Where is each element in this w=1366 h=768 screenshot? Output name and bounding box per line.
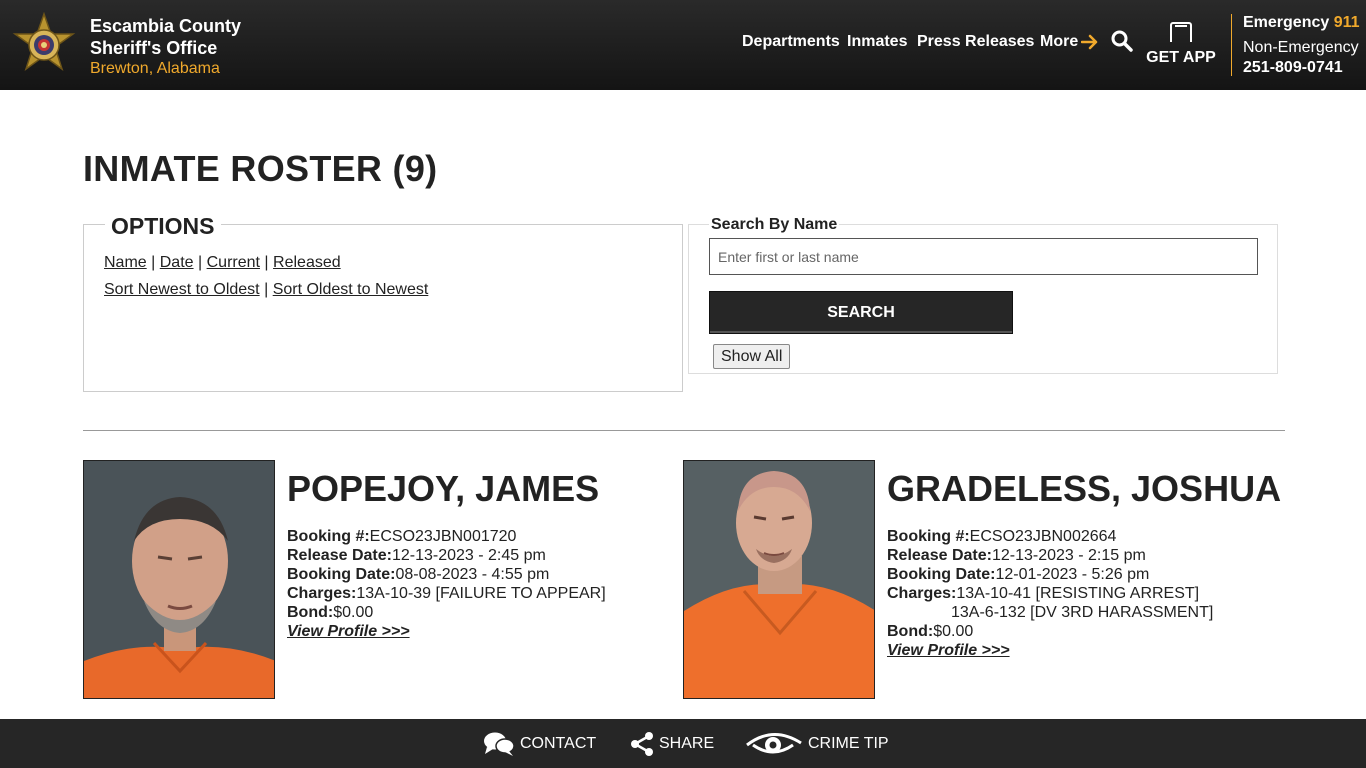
non-emergency-number[interactable]: 251-809-0741 <box>1243 58 1360 78</box>
contact-label: CONTACT <box>520 735 597 752</box>
release-date-value: 12-13-2023 - 2:15 pm <box>991 547 1146 564</box>
inmate-name: POPEJOY, JAMES <box>287 468 600 509</box>
inmate-card: GRADELESS, JOSHUA Booking #:ECSO23JBN002… <box>683 460 1283 700</box>
sort-oldest-link[interactable]: Sort Oldest to Newest <box>273 281 429 298</box>
booking-date-value: 08-08-2023 - 4:55 pm <box>395 566 550 583</box>
phone-icon <box>1170 22 1192 48</box>
crime-tip-label: CRIME TIP <box>808 735 889 752</box>
inmate-details: Booking #:ECSO23JBN002664 Release Date:1… <box>887 527 1213 660</box>
filter-links: Name | Date | Current | Released <box>104 254 341 272</box>
separator: | <box>151 254 156 271</box>
nav-press-releases[interactable]: Press Releases <box>917 30 1034 54</box>
booking-number-label: Booking #: <box>887 528 970 545</box>
charge-value: 13A-10-39 [FAILURE TO APPEAR] <box>356 585 606 602</box>
search-label: Search By Name <box>709 216 840 234</box>
filter-date-link[interactable]: Date <box>160 254 194 271</box>
nav-inmates-link[interactable]: Inmates <box>847 33 907 51</box>
options-panel: OPTIONS Name | Date | Current | Released… <box>83 213 683 392</box>
charges-row: Charges:13A-10-39 [FAILURE TO APPEAR] <box>287 584 606 603</box>
header-divider <box>1231 14 1232 76</box>
booking-date-value: 12-01-2023 - 5:26 pm <box>995 566 1150 583</box>
emergency-label: Emergency <box>1243 14 1330 31</box>
release-date-label: Release Date: <box>887 547 992 564</box>
site-header: Escambia County Sheriff's Office Brewton… <box>0 0 1366 90</box>
nav-more[interactable]: More <box>1040 30 1099 54</box>
release-date-value: 12-13-2023 - 2:45 pm <box>391 547 546 564</box>
page-title: INMATE ROSTER (9) <box>83 148 438 189</box>
chat-bubbles-icon <box>484 732 515 756</box>
emergency-number[interactable]: 911 <box>1334 14 1360 31</box>
nav-inmates[interactable]: Inmates <box>847 30 907 54</box>
release-date-label: Release Date: <box>287 547 392 564</box>
bond-value: $0.00 <box>333 604 374 621</box>
agency-name-line2: Sheriff's Office <box>90 38 218 58</box>
filter-released-link[interactable]: Released <box>273 254 341 271</box>
contact-button[interactable]: CONTACT <box>483 731 596 757</box>
inmate-card: POPEJOY, JAMES Booking #:ECSO23JBN001720… <box>83 460 683 700</box>
charge-value: 13A-10-41 [RESISTING ARREST] <box>956 585 1200 602</box>
agency-location: Brewton, Alabama <box>90 60 220 77</box>
show-all-button[interactable]: Show All <box>713 344 791 369</box>
search-panel: Search By Name SEARCH Show All <box>688 216 1278 374</box>
section-divider <box>83 430 1285 431</box>
bond-label: Bond: <box>887 623 934 640</box>
bond-label: Bond: <box>287 604 334 621</box>
view-profile-link[interactable]: View Profile >>> <box>287 623 410 640</box>
nav-departments-link[interactable]: Departments <box>742 33 840 51</box>
eye-icon <box>746 733 802 754</box>
agency-name-line1: Escambia County <box>90 16 242 36</box>
inmate-name: GRADELESS, JOSHUA <box>887 468 1282 509</box>
filter-current-link[interactable]: Current <box>207 254 260 271</box>
non-emergency-label: Non-Emergency <box>1243 39 1359 56</box>
view-profile-link[interactable]: View Profile >>> <box>887 642 1010 659</box>
charge-value-continued: 13A-6-132 [DV 3RD HARASSMENT] <box>951 604 1214 621</box>
crime-tip-button[interactable]: CRIME TIP <box>745 731 889 757</box>
search-icon[interactable] <box>1110 29 1134 53</box>
arrow-right-icon <box>1081 34 1098 50</box>
charges-row: Charges:13A-10-41 [RESISTING ARREST] <box>887 584 1213 603</box>
separator: | <box>198 254 203 271</box>
bond-value: $0.00 <box>933 623 974 640</box>
release-date-row: Release Date:12-13-2023 - 2:45 pm <box>287 546 606 565</box>
release-date-row: Release Date:12-13-2023 - 2:15 pm <box>887 546 1213 565</box>
booking-date-row: Booking Date:08-08-2023 - 4:55 pm <box>287 565 606 584</box>
charges-label: Charges: <box>887 585 957 602</box>
booking-number-value: ECSO23JBN002664 <box>969 528 1117 545</box>
get-app-label: GET APP <box>1146 49 1216 66</box>
filter-name-link[interactable]: Name <box>104 254 147 271</box>
share-icon <box>631 732 653 756</box>
booking-date-label: Booking Date: <box>887 566 996 583</box>
share-button[interactable]: SHARE <box>630 731 714 757</box>
booking-number-row: Booking #:ECSO23JBN002664 <box>887 527 1213 546</box>
nav-departments[interactable]: Departments <box>742 30 840 54</box>
bond-row: Bond:$0.00 <box>287 603 606 622</box>
bond-row: Bond:$0.00 <box>887 622 1213 641</box>
booking-date-row: Booking Date:12-01-2023 - 5:26 pm <box>887 565 1213 584</box>
get-app-button[interactable]: GET APP <box>1146 22 1216 67</box>
footer-bar: CONTACT SHARE CRIME TIP <box>0 719 1366 768</box>
booking-number-value: ECSO23JBN001720 <box>369 528 517 545</box>
agency-brand[interactable]: Escambia County Sheriff's Office Brewton… <box>90 15 241 79</box>
options-legend: OPTIONS <box>105 213 221 240</box>
booking-number-row: Booking #:ECSO23JBN001720 <box>287 527 606 546</box>
search-button[interactable]: SEARCH <box>709 291 1013 334</box>
nav-more-link[interactable]: More <box>1040 33 1078 51</box>
share-label: SHARE <box>659 735 715 752</box>
booking-number-label: Booking #: <box>287 528 370 545</box>
charges-label: Charges: <box>287 585 357 602</box>
nav-press-releases-link[interactable]: Press Releases <box>917 33 1034 51</box>
sheriff-star-badge-icon[interactable] <box>10 12 78 80</box>
separator: | <box>264 254 269 271</box>
separator: | <box>264 281 269 298</box>
search-input[interactable] <box>709 238 1258 275</box>
inmate-photo[interactable] <box>683 460 875 699</box>
inmate-details: Booking #:ECSO23JBN001720 Release Date:1… <box>287 527 606 641</box>
booking-date-label: Booking Date: <box>287 566 396 583</box>
sort-links: Sort Newest to Oldest | Sort Oldest to N… <box>104 281 428 299</box>
sort-newest-link[interactable]: Sort Newest to Oldest <box>104 281 260 298</box>
emergency-contacts: Emergency 911 Non-Emergency 251-809-0741 <box>1243 13 1360 78</box>
emergency-line[interactable]: Emergency 911 <box>1243 13 1360 33</box>
inmate-photo[interactable] <box>83 460 275 699</box>
